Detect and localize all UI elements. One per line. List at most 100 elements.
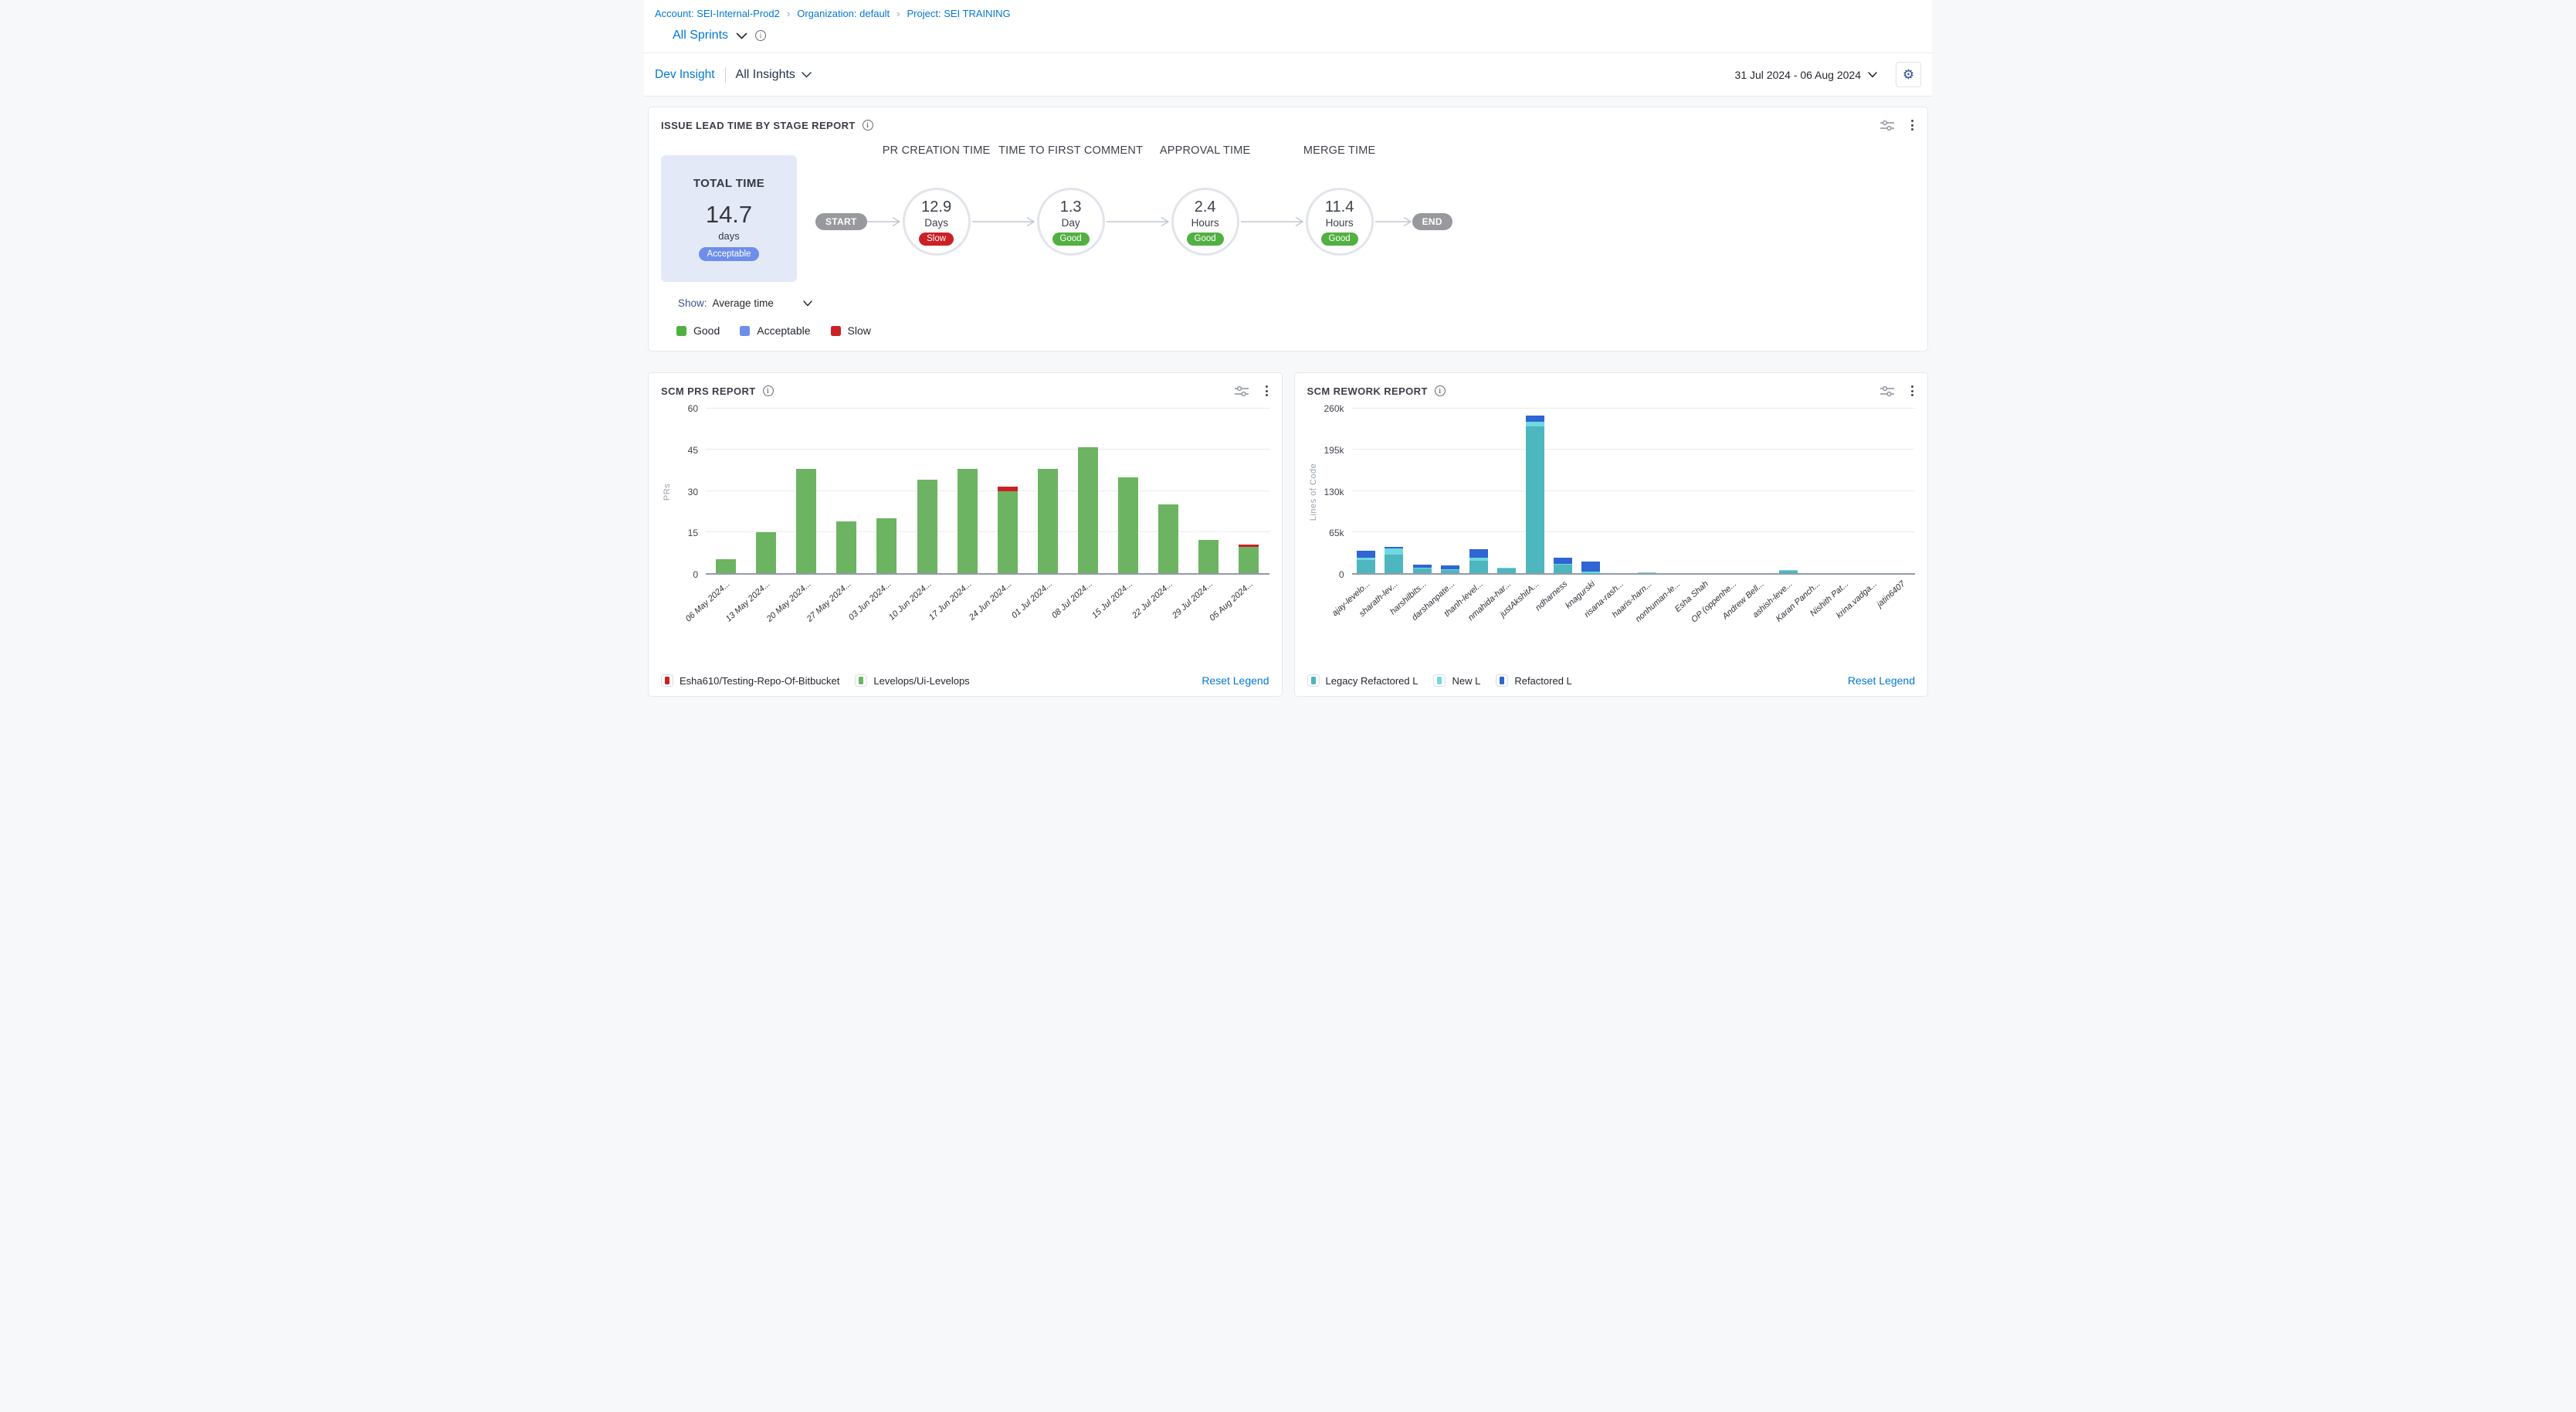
info-icon[interactable] <box>863 120 873 131</box>
bar-segment <box>958 469 978 573</box>
bar-slot <box>1028 409 1068 573</box>
bar-segment <box>1554 558 1572 564</box>
bar[interactable] <box>1526 409 1544 573</box>
scm-prs-legend: Esha610/Testing-Repo-Of-Bitbucket Levelop… <box>661 674 970 687</box>
bar-slot <box>1148 409 1188 573</box>
bar[interactable] <box>1554 409 1572 573</box>
bar[interactable] <box>716 409 736 573</box>
settings-button[interactable] <box>1896 62 1921 87</box>
filter-sliders-icon[interactable] <box>1880 385 1894 397</box>
legend-item[interactable]: Legacy Refactored L <box>1307 674 1418 687</box>
y-tick-label: 195k <box>1324 446 1344 455</box>
bar-segment <box>1526 416 1544 422</box>
date-range-selector[interactable]: 31 Jul 2024 - 06 Aug 2024 <box>1735 69 1877 81</box>
bar[interactable] <box>1469 409 1488 573</box>
bar[interactable] <box>1863 409 1882 573</box>
bar[interactable] <box>1078 409 1098 573</box>
bar-slot <box>1830 409 1858 573</box>
bar-slot <box>1464 409 1492 573</box>
bar[interactable] <box>1779 409 1798 573</box>
bar-slot <box>1068 409 1108 573</box>
filter-sliders-icon[interactable] <box>1880 120 1894 131</box>
bar[interactable] <box>1638 409 1656 573</box>
bar[interactable] <box>1198 409 1219 573</box>
total-time-value: 14.7 <box>706 201 752 229</box>
legend-item[interactable]: New L <box>1433 674 1480 687</box>
top-header: Account: SEI-Internal-Prod2 › Organizati… <box>644 0 1932 53</box>
stage-approval-time[interactable]: APPROVAL TIME 2.4 Hours Good <box>1171 188 1239 256</box>
bar[interactable] <box>1835 409 1854 573</box>
panel-header: SCM REWORK REPORT <box>1307 384 1916 398</box>
kebab-menu-icon[interactable] <box>1910 118 1915 132</box>
x-axis: 06 May 2024...13 May 2024...20 May 2024.… <box>706 575 1269 626</box>
bar[interactable] <box>1694 409 1713 573</box>
stage-pr-creation-time[interactable]: PR CREATION TIME 12.9 Days Slow <box>903 188 971 256</box>
reset-legend-link[interactable]: Reset Legend <box>1848 674 1915 687</box>
bar-slot <box>907 409 947 573</box>
bar[interactable] <box>1892 409 1910 573</box>
bar[interactable] <box>1807 409 1825 573</box>
legend-item[interactable]: Levelops/Ui-Levelops <box>855 674 969 687</box>
bar-slot <box>1886 409 1914 573</box>
legend-label: Refactored L <box>1514 675 1571 687</box>
bar[interactable] <box>958 409 978 573</box>
lead-time-body: TOTAL TIME 14.7 days Acceptable START PR… <box>661 138 1915 282</box>
bar-segment <box>1385 548 1403 555</box>
breadcrumb-organization-link[interactable]: Organization: default <box>797 8 890 19</box>
kebab-menu-icon[interactable] <box>1264 384 1269 398</box>
bar[interactable] <box>1413 409 1432 573</box>
insight-selector[interactable]: All Insights <box>736 68 812 82</box>
bar-slot <box>826 409 866 573</box>
bar[interactable] <box>836 409 856 573</box>
bar[interactable] <box>1239 409 1259 573</box>
info-icon[interactable] <box>1435 385 1446 396</box>
dev-insight-link[interactable]: Dev Insight <box>655 68 715 82</box>
sprint-selector[interactable]: All Sprints <box>673 29 728 42</box>
bar-slot <box>746 409 786 573</box>
bar[interactable] <box>917 409 937 573</box>
x-tick: 15 Jul 2024... <box>1108 575 1148 626</box>
stage-status-legend: GoodAcceptableSlow <box>676 324 1915 337</box>
bar[interactable] <box>1581 409 1600 573</box>
panel-header: SCM PRS REPORT <box>661 384 1269 398</box>
stage-status-pill: Good <box>1187 233 1224 246</box>
chevron-down-icon[interactable] <box>736 32 747 39</box>
bar[interactable] <box>756 409 776 573</box>
stage-title: TIME TO FIRST COMMENT <box>998 143 1144 159</box>
breadcrumb-account-link[interactable]: Account: SEI-Internal-Prod2 <box>655 8 780 19</box>
kebab-menu-icon[interactable] <box>1910 384 1915 398</box>
insight-selector-value: All Insights <box>736 68 795 82</box>
bar[interactable] <box>876 409 897 573</box>
legend-item: Slow <box>831 324 871 337</box>
bar[interactable] <box>1610 409 1629 573</box>
bar[interactable] <box>1666 409 1685 573</box>
legend-item[interactable]: Esha610/Testing-Repo-Of-Bitbucket <box>661 674 839 687</box>
bar[interactable] <box>1357 409 1375 573</box>
bar[interactable] <box>1723 409 1741 573</box>
legend-label: Legacy Refactored L <box>1326 675 1418 687</box>
bar[interactable] <box>796 409 816 573</box>
legend-item[interactable]: Refactored L <box>1496 674 1571 687</box>
stage-merge-time[interactable]: MERGE TIME 11.4 Hours Good <box>1306 188 1374 256</box>
stage-time-to-first-comment[interactable]: TIME TO FIRST COMMENT 1.3 Day Good <box>1037 188 1105 256</box>
panel-title: SCM PRS REPORT <box>661 385 774 397</box>
filter-sliders-icon[interactable] <box>1235 385 1249 397</box>
y-tick-label: 0 <box>1339 570 1344 579</box>
bar[interactable] <box>998 409 1018 573</box>
panel-title: ISSUE LEAD TIME BY STAGE REPORT <box>661 120 873 131</box>
reset-legend-link[interactable]: Reset Legend <box>1202 674 1269 687</box>
bar[interactable] <box>1118 409 1138 573</box>
info-icon[interactable] <box>763 385 774 396</box>
bar[interactable] <box>1385 409 1403 573</box>
x-tick: 05 Aug 2024... <box>1229 575 1269 626</box>
bar[interactable] <box>1158 409 1178 573</box>
breadcrumb-project-link[interactable]: Project: SEI TRAINING <box>907 8 1011 19</box>
x-tick: 27 May 2024... <box>826 575 866 626</box>
bar-slot <box>1605 409 1633 573</box>
bar[interactable] <box>1751 409 1769 573</box>
bar[interactable] <box>1497 409 1516 573</box>
bar[interactable] <box>1038 409 1058 573</box>
bar[interactable] <box>1441 409 1459 573</box>
info-icon[interactable] <box>755 30 766 41</box>
show-selector[interactable]: Show: Average time <box>678 297 812 309</box>
